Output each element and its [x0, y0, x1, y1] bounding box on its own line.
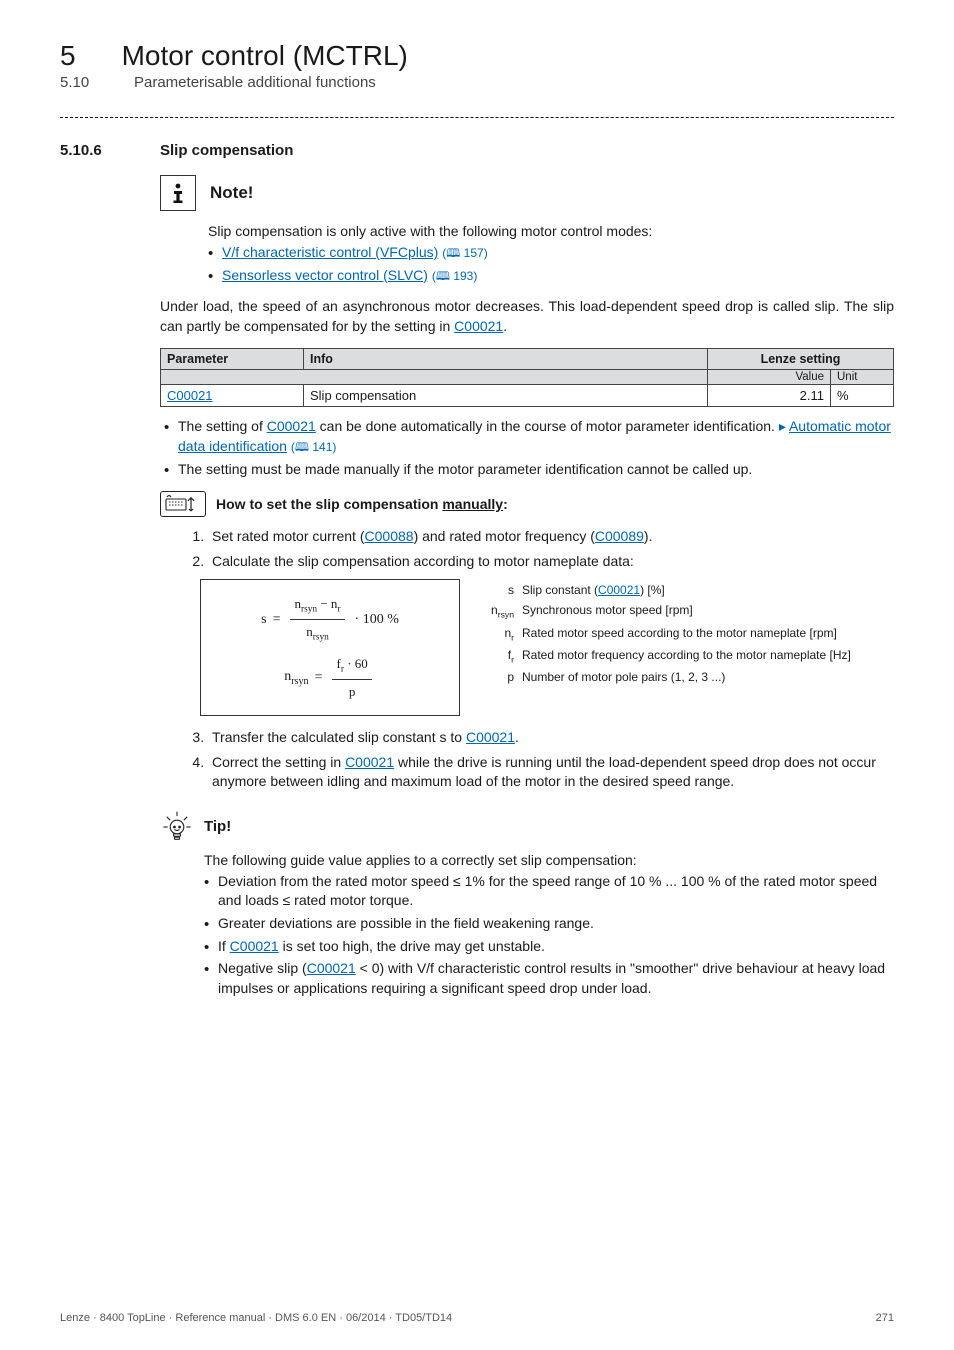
step-item: Set rated motor current (C00088) and rat… [208, 527, 894, 547]
link-vfc[interactable]: V/f characteristic control (VFCplus) [222, 244, 438, 260]
tip-item: If C00021 is set too high, the drive may… [204, 937, 894, 957]
chapter-heading: 5 Motor control (MCTRL) [60, 40, 894, 72]
procedure-icon [160, 491, 206, 517]
section-subtitle: Parameterisable additional functions [134, 74, 376, 91]
link-c00021[interactable]: C00021 [345, 754, 394, 770]
tip-body: The following guide value applies to a c… [204, 852, 894, 999]
note-item: V/f characteristic control (VFCplus) (🕮 … [208, 243, 894, 263]
tip-item: Negative slip (C00021 < 0) with V/f char… [204, 959, 894, 998]
link-c00021[interactable]: C00021 [230, 938, 279, 954]
formula-block: s = nrsyn − nrnrsyn · 100 % nrsyn = fr ·… [200, 579, 894, 716]
page-ref: (🕮 157) [442, 246, 488, 260]
page-footer: Lenze · 8400 TopLine · Reference manual … [60, 1312, 894, 1324]
th-info: Info [304, 349, 708, 370]
link-c00021-cell[interactable]: C00021 [167, 388, 213, 403]
lightbulb-icon [160, 810, 194, 844]
link-c00021[interactable]: C00021 [267, 418, 316, 434]
page-ref: (🕮 193) [432, 269, 478, 283]
step-item: Calculate the slip compensation accordin… [208, 552, 894, 572]
parameter-table: Parameter Info Lenze setting Value Unit … [160, 348, 894, 407]
tip-item: Deviation from the rated motor speed ≤ 1… [204, 872, 894, 911]
howto-header: How to set the slip compensation manuall… [160, 491, 894, 517]
tip-label: Tip! [204, 818, 231, 835]
chapter-title: Motor control (MCTRL) [122, 40, 408, 72]
divider [60, 117, 894, 118]
section-number: 5.10.6 [60, 142, 120, 159]
cell-unit: % [831, 385, 894, 407]
note-body: Slip compensation is only active with th… [208, 223, 894, 285]
link-c00021[interactable]: C00021 [307, 960, 356, 976]
section-subnumber: 5.10 [60, 74, 88, 91]
link-c00089[interactable]: C00089 [595, 528, 644, 544]
chapter-number: 5 [60, 40, 76, 72]
footer-left: Lenze · 8400 TopLine · Reference manual … [60, 1312, 452, 1324]
tip-item: Greater deviations are possible in the f… [204, 914, 894, 934]
cell-info: Slip compensation [304, 385, 708, 407]
link-c00021[interactable]: C00021 [466, 729, 515, 745]
list-item: The setting must be made manually if the… [164, 460, 894, 480]
body-paragraph: Under load, the speed of an asynchronous… [160, 297, 894, 336]
page-ref: (🕮 141) [291, 440, 337, 454]
section-header-row: 5.10.6 Slip compensation [60, 142, 894, 159]
note-label: Note! [210, 183, 253, 203]
post-table-list: The setting of C00021 can be done automa… [164, 417, 894, 479]
cell-param: C00021 [161, 385, 304, 407]
list-item: The setting of C00021 can be done automa… [164, 417, 894, 456]
section-subheading: 5.10 Parameterisable additional function… [60, 74, 894, 91]
th-unit: Unit [831, 370, 894, 385]
cell-value: 2.11 [708, 385, 831, 407]
th-value: Value [708, 370, 831, 385]
tip-intro: The following guide value applies to a c… [204, 852, 894, 868]
info-icon [160, 175, 196, 211]
formula-legend: sSlip constant (C00021) [%] nrsynSynchro… [480, 579, 894, 688]
note-item: Sensorless vector control (SLVC) (🕮 193) [208, 266, 894, 286]
howto-title: How to set the slip compensation manuall… [216, 496, 508, 512]
th-parameter: Parameter [161, 349, 304, 370]
note-intro: Slip compensation is only active with th… [208, 223, 894, 239]
section-title: Slip compensation [160, 142, 293, 159]
link-c00021[interactable]: C00021 [598, 583, 640, 597]
formula-box: s = nrsyn − nrnrsyn · 100 % nrsyn = fr ·… [200, 579, 460, 716]
steps-list-continued: Transfer the calculated slip constant s … [208, 728, 894, 792]
th-lenze: Lenze setting [708, 349, 894, 370]
link-c00021[interactable]: C00021 [454, 318, 503, 334]
tip-header: Tip! [160, 810, 894, 844]
note-list: V/f characteristic control (VFCplus) (🕮 … [208, 243, 894, 285]
link-c00088[interactable]: C00088 [365, 528, 414, 544]
steps-list: Set rated motor current (C00088) and rat… [208, 527, 894, 571]
tip-list: Deviation from the rated motor speed ≤ 1… [204, 872, 894, 999]
footer-page-number: 271 [876, 1312, 894, 1324]
link-slvc[interactable]: Sensorless vector control (SLVC) [222, 267, 428, 283]
step-item: Transfer the calculated slip constant s … [208, 728, 894, 748]
step-item: Correct the setting in C00021 while the … [208, 753, 894, 792]
note-header: Note! [160, 175, 894, 211]
